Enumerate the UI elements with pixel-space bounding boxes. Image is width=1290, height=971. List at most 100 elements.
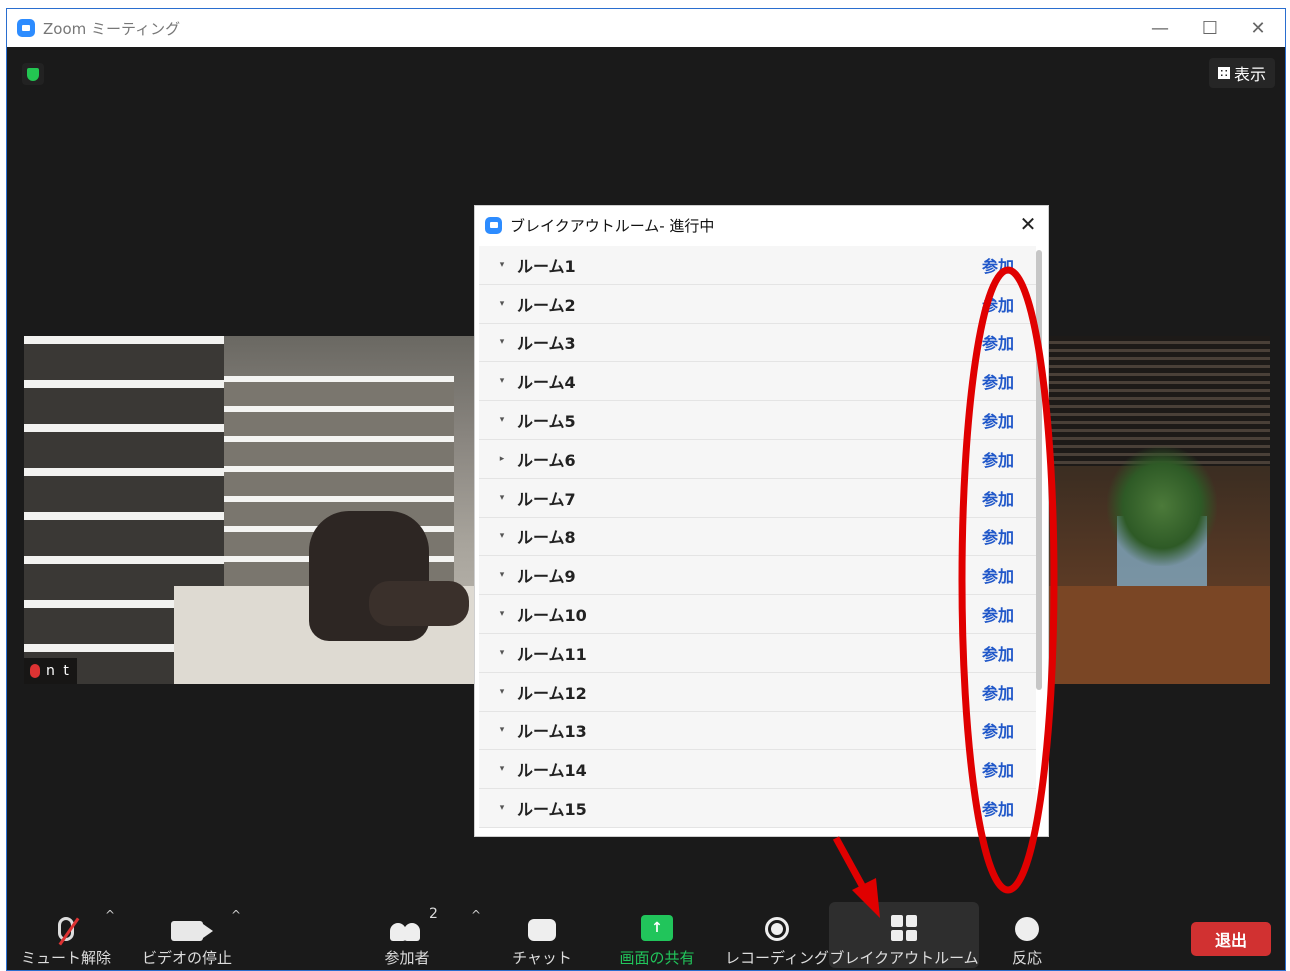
share-screen-button[interactable]: ↑ 画面の共有 <box>612 900 702 968</box>
chat-bubble-icon <box>528 919 556 941</box>
close-window-button[interactable]: ✕ <box>1235 9 1281 47</box>
room-name: ルーム13 <box>517 722 587 742</box>
stop-video-label: ビデオの停止 <box>141 949 232 967</box>
expand-caret-icon[interactable]: ▾ <box>491 764 513 774</box>
room-row[interactable]: ▾ ルーム2 参加 <box>479 284 1036 324</box>
participant-count: 2 <box>429 906 438 922</box>
audio-options-caret[interactable]: ^ <box>105 908 115 922</box>
leave-button[interactable]: 退出 <box>1191 922 1271 956</box>
room-name: ルーム2 <box>517 295 576 315</box>
maximize-button[interactable]: ☐ <box>1187 9 1233 47</box>
join-room-link[interactable]: 参加 <box>982 796 1014 820</box>
stop-video-button[interactable]: ビデオの停止 <box>137 900 237 968</box>
room-row[interactable]: ▾ ルーム1 参加 <box>479 246 1036 285</box>
muted-mic-icon <box>30 664 40 678</box>
breakout-rooms-dialog: ブレイクアウトルーム- 進行中 ✕ ▾ ルーム1 参加 ▾ ルーム2 参加 ▾ ルーム3 参加 ▾… <box>474 205 1049 837</box>
room-name: ルーム11 <box>517 644 587 664</box>
recording-button[interactable]: レコーディング <box>725 900 829 968</box>
room-list: ▾ ルーム1 参加 ▾ ルーム2 参加 ▾ ルーム3 参加 ▾ ルーム4 参加 ▾ ルーム5 参加 ▸ ルーム6… <box>479 246 1036 836</box>
room-row[interactable]: ▾ ルーム9 参加 <box>479 556 1036 596</box>
dialog-title: ブレイクアウトルーム- 進行中 <box>510 216 715 235</box>
room-row[interactable]: ▾ ルーム5 参加 <box>479 401 1036 440</box>
room-row[interactable]: ▾ ルーム8 参加 <box>479 517 1036 557</box>
expand-caret-icon[interactable]: ▾ <box>491 803 513 813</box>
room-row[interactable]: ▾ ルーム14 参加 <box>479 750 1036 790</box>
dialog-title-bar: ブレイクアウトルーム- 進行中 ✕ <box>475 206 1048 244</box>
chat-button[interactable]: チャット <box>507 900 577 968</box>
join-room-link[interactable]: 参加 <box>982 602 1014 626</box>
expand-caret-icon[interactable]: ▾ <box>491 687 513 697</box>
ottoman <box>369 581 469 626</box>
join-room-link[interactable]: 参加 <box>982 486 1014 510</box>
join-room-link[interactable]: 参加 <box>982 757 1014 781</box>
participant-video-left[interactable]: n t <box>24 336 504 684</box>
breakout-rooms-button[interactable]: ブレイクアウトルーム <box>829 900 979 968</box>
room-row[interactable]: ▾ ルーム4 参加 <box>479 362 1036 402</box>
meeting-toolbar: ミュート解除 ^ ビデオの停止 ^ 参加者 2 ^ チャット ↑ 画面の共有 レ… <box>7 894 1285 970</box>
smiley-plus-icon <box>1015 917 1039 941</box>
zoom-app-icon <box>485 216 502 234</box>
join-room-link[interactable]: 参加 <box>982 680 1014 704</box>
reactions-label: 反応 <box>1011 949 1042 967</box>
chat-label: チャット <box>512 949 572 967</box>
room-row[interactable]: ▸ ルーム6 参加 <box>479 439 1036 479</box>
room-row[interactable]: ▾ ルーム15 参加 <box>479 789 1036 828</box>
room-row[interactable]: ▾ ルーム3 参加 <box>479 323 1036 363</box>
expand-caret-icon[interactable]: ▾ <box>491 415 513 425</box>
room-row[interactable]: ▾ ルーム13 参加 <box>479 711 1036 751</box>
expand-caret-icon[interactable]: ▾ <box>491 648 513 658</box>
dialog-close-button[interactable]: ✕ <box>1016 212 1040 236</box>
zoom-app-icon <box>17 19 35 37</box>
room-row[interactable]: ▾ ルーム12 参加 <box>479 672 1036 712</box>
room-name: ルーム12 <box>517 683 587 703</box>
join-room-link[interactable]: 参加 <box>982 718 1014 742</box>
minimize-button[interactable]: — <box>1137 9 1183 47</box>
room-row[interactable]: ▾ ルーム7 参加 <box>479 478 1036 518</box>
participants-button[interactable]: 参加者 <box>377 900 437 968</box>
room-name: ルーム8 <box>517 528 576 548</box>
join-room-link[interactable]: 参加 <box>982 447 1014 471</box>
breakout-rooms-label: ブレイクアウトルーム <box>829 949 979 967</box>
view-button[interactable]: 表示 <box>1209 58 1275 88</box>
room-row[interactable]: ▾ ルーム10 参加 <box>479 595 1036 634</box>
muted-microphone-icon <box>58 917 74 941</box>
unmute-button[interactable]: ミュート解除 <box>21 900 111 968</box>
record-icon <box>765 917 789 941</box>
room-row[interactable]: ▾ ルーム11 参加 <box>479 633 1036 673</box>
join-room-link[interactable]: 参加 <box>982 369 1014 393</box>
recording-label: レコーディング <box>725 949 829 967</box>
room-name: ルーム15 <box>517 800 587 820</box>
expand-caret-icon[interactable]: ▾ <box>491 493 513 503</box>
dialog-scrollbar[interactable] <box>1036 250 1042 690</box>
participants-options-caret[interactable]: ^ <box>471 908 481 922</box>
expand-caret-icon[interactable]: ▾ <box>491 260 513 270</box>
security-shield-icon[interactable] <box>22 63 44 85</box>
expand-caret-icon[interactable]: ▾ <box>491 609 513 619</box>
participant-video-right[interactable] <box>1047 336 1270 684</box>
room-name: ルーム9 <box>517 567 576 587</box>
join-room-link[interactable]: 参加 <box>982 253 1014 277</box>
expand-caret-icon[interactable]: ▸ <box>491 454 513 464</box>
video-options-caret[interactable]: ^ <box>231 908 241 922</box>
join-room-link[interactable]: 参加 <box>982 408 1014 432</box>
join-room-link[interactable]: 参加 <box>982 563 1014 587</box>
expand-caret-icon[interactable]: ▾ <box>491 376 513 386</box>
room-name: ルーム7 <box>517 489 576 509</box>
expand-caret-icon[interactable]: ▾ <box>491 570 513 580</box>
participant-name-tag: n t <box>24 658 77 684</box>
join-room-link[interactable]: 参加 <box>982 292 1014 316</box>
share-arrow-icon: ↑ <box>641 915 673 941</box>
desk <box>1047 586 1270 684</box>
expand-caret-icon[interactable]: ▾ <box>491 337 513 347</box>
room-name: ルーム14 <box>517 761 587 781</box>
expand-caret-icon[interactable]: ▾ <box>491 531 513 541</box>
join-room-link[interactable]: 参加 <box>982 641 1014 665</box>
reactions-button[interactable]: 反応 <box>997 900 1057 968</box>
join-room-link[interactable]: 参加 <box>982 330 1014 354</box>
expand-caret-icon[interactable]: ▾ <box>491 299 513 309</box>
join-room-link[interactable]: 参加 <box>982 524 1014 548</box>
breakout-grid-icon <box>891 915 917 941</box>
expand-caret-icon[interactable]: ▾ <box>491 725 513 735</box>
room-name: ルーム5 <box>517 412 576 432</box>
video-camera-icon <box>171 921 213 941</box>
